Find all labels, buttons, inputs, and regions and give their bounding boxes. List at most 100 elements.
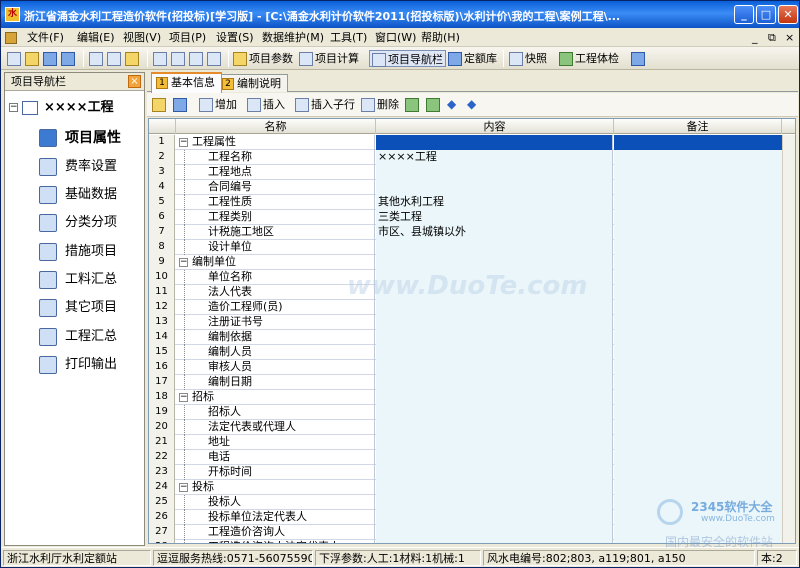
menu-file[interactable]: 文件(F) — [27, 30, 64, 45]
row-note-cell[interactable] — [614, 390, 782, 405]
row-note-cell[interactable] — [614, 375, 782, 390]
row-name-cell[interactable]: 法定代表或代理人 — [176, 420, 375, 435]
row-content-cell[interactable] — [376, 510, 613, 525]
insert-child-row-button[interactable]: 插入子行 — [295, 96, 355, 113]
table-row[interactable]: 5 工程性质 其他水利工程 — [149, 195, 795, 210]
nav-root-node[interactable]: − ××××工程 — [9, 97, 114, 119]
save-button[interactable] — [43, 50, 59, 67]
row-name-cell[interactable]: 投标人 — [176, 495, 375, 510]
collapse-icon[interactable]: − — [179, 258, 188, 267]
tab-compile-notes[interactable]: 2 编制说明 — [217, 74, 288, 92]
nav-item-print-output[interactable]: 打印输出 — [39, 354, 117, 376]
row-content-cell[interactable] — [376, 345, 613, 360]
table-row[interactable]: 22 电话 — [149, 450, 795, 465]
collapse-icon[interactable]: − — [9, 103, 18, 112]
paste-button[interactable] — [125, 50, 141, 67]
menu-tools[interactable]: 工具(T) — [330, 30, 367, 45]
row-content-cell[interactable] — [376, 180, 613, 195]
table-row[interactable]: 21 地址 — [149, 435, 795, 450]
row-content-cell[interactable] — [376, 390, 613, 405]
row-content-cell[interactable] — [376, 435, 613, 450]
snapshot-button[interactable]: 快照 — [509, 50, 547, 67]
row-note-cell[interactable] — [614, 495, 782, 510]
project-info-grid[interactable]: 名称 内容 备注 1− 工程属性 2 工程名称 ××××工程 3 工程地点 4 合同编号 5 工程性… — [148, 118, 796, 544]
row-name-cell[interactable]: − 工程属性 — [176, 135, 375, 150]
row-content-cell[interactable] — [376, 285, 613, 300]
row-content-cell[interactable] — [376, 315, 613, 330]
row-note-cell[interactable] — [614, 525, 782, 540]
row-name-cell[interactable]: 工程地点 — [176, 165, 375, 180]
row-note-cell[interactable] — [614, 240, 782, 255]
menu-edit[interactable]: 编辑(E) — [77, 30, 115, 45]
move-down-button[interactable]: ◆ — [467, 96, 476, 113]
row-content-cell[interactable] — [376, 330, 613, 345]
row-content-cell[interactable]: 市区、县城镇以外 — [376, 225, 613, 240]
row-name-cell[interactable]: − 投标 — [176, 480, 375, 495]
row-note-cell[interactable] — [614, 450, 782, 465]
table-row[interactable]: 11 法人代表 — [149, 285, 795, 300]
row-content-cell[interactable] — [376, 465, 613, 480]
table-row[interactable]: 17 编制日期 — [149, 375, 795, 390]
quota-lib-button[interactable]: 定额库 — [448, 50, 497, 67]
delete-row-button[interactable]: 删除 — [361, 96, 399, 113]
tool-button-d[interactable] — [207, 50, 223, 67]
row-note-cell[interactable] — [614, 510, 782, 525]
table-row[interactable]: 3 工程地点 — [149, 165, 795, 180]
table-row[interactable]: 20 法定代表或代理人 — [149, 420, 795, 435]
row-content-cell[interactable]: 三类工程 — [376, 210, 613, 225]
column-header-content[interactable]: 内容 — [376, 119, 614, 134]
title-bar[interactable]: 水 浙江省涌金水利工程造价软件(招投标)[学习版] - [C:\涌金水利计价软件… — [1, 1, 799, 28]
add-row-button[interactable]: 增加 — [199, 96, 237, 113]
collapse-icon[interactable]: − — [179, 138, 188, 147]
table-row[interactable]: 1− 工程属性 — [149, 135, 795, 150]
menu-doc-icon[interactable] — [5, 30, 19, 45]
table-row[interactable]: 15 编制人员 — [149, 345, 795, 360]
insert-row-button[interactable]: 插入 — [247, 96, 285, 113]
row-name-cell[interactable]: 工程类别 — [176, 210, 375, 225]
save-all-button[interactable] — [61, 50, 77, 67]
row-name-cell[interactable]: 编制日期 — [176, 375, 375, 390]
column-header-note[interactable]: 备注 — [614, 119, 782, 134]
row-content-cell[interactable] — [376, 300, 613, 315]
row-content-cell[interactable] — [376, 375, 613, 390]
collapse-icon[interactable]: − — [179, 483, 188, 492]
row-note-cell[interactable] — [614, 405, 782, 420]
export-button[interactable] — [405, 96, 421, 113]
row-name-cell[interactable]: 电话 — [176, 450, 375, 465]
row-content-cell[interactable] — [376, 135, 613, 150]
row-name-cell[interactable]: 计税施工地区 — [176, 225, 375, 240]
row-name-cell[interactable]: 工程造价咨询人法定代表人 — [176, 540, 375, 543]
row-content-cell[interactable]: 其他水利工程 — [376, 195, 613, 210]
nav-item-measures[interactable]: 措施项目 — [39, 241, 117, 263]
row-name-cell[interactable]: 注册证书号 — [176, 315, 375, 330]
minimize-button[interactable]: _ — [734, 5, 754, 24]
row-note-cell[interactable] — [614, 330, 782, 345]
tab-basic-info[interactable]: 1 基本信息 — [151, 72, 222, 93]
row-name-cell[interactable]: 投标单位法定代表人 — [176, 510, 375, 525]
collapse-icon[interactable]: − — [179, 393, 188, 402]
menu-settings[interactable]: 设置(S) — [216, 30, 254, 45]
project-check-button[interactable]: 工程体检 — [559, 50, 619, 67]
row-note-cell[interactable] — [614, 195, 782, 210]
import-button[interactable] — [426, 96, 442, 113]
table-row[interactable]: 25 投标人 — [149, 495, 795, 510]
row-note-cell[interactable] — [614, 255, 782, 270]
table-row[interactable]: 8 设计单位 — [149, 240, 795, 255]
table-row[interactable]: 24− 投标 — [149, 480, 795, 495]
book-button[interactable] — [631, 50, 647, 67]
maximize-button[interactable]: □ — [756, 5, 776, 24]
row-name-cell[interactable]: 设计单位 — [176, 240, 375, 255]
table-row[interactable]: 16 审核人员 — [149, 360, 795, 375]
tool-button-a[interactable] — [153, 50, 169, 67]
column-header-name[interactable]: 名称 — [176, 119, 376, 134]
row-name-cell[interactable]: 开标时间 — [176, 465, 375, 480]
row-name-cell[interactable]: − 编制单位 — [176, 255, 375, 270]
save-row-button[interactable] — [173, 96, 189, 113]
table-row[interactable]: 28 工程造价咨询人法定代表人 — [149, 540, 795, 543]
row-note-cell[interactable] — [614, 270, 782, 285]
row-content-cell[interactable] — [376, 420, 613, 435]
row-note-cell[interactable] — [614, 165, 782, 180]
table-row[interactable]: 9− 编制单位 — [149, 255, 795, 270]
mdi-close-button[interactable]: × — [785, 31, 794, 44]
row-name-cell[interactable]: 法人代表 — [176, 285, 375, 300]
